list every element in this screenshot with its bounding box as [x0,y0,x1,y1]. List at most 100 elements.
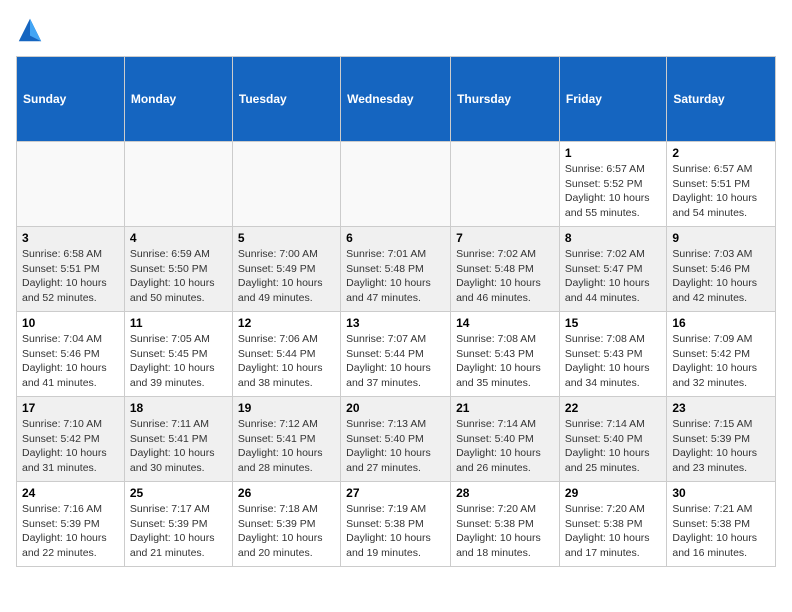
day-info: Sunrise: 6:57 AM Sunset: 5:51 PM Dayligh… [672,162,770,221]
day-number: 20 [346,401,445,415]
calendar-cell: 7Sunrise: 7:02 AM Sunset: 5:48 PM Daylig… [451,227,560,312]
day-number: 9 [672,231,770,245]
weekday-header-monday: Monday [124,57,232,142]
day-number: 21 [456,401,554,415]
day-number: 23 [672,401,770,415]
calendar-cell [17,142,125,227]
calendar-cell: 2 Sunrise: 6:57 AM Sunset: 5:51 PM Daylig… [667,142,776,227]
calendar-cell [341,142,451,227]
weekday-header-sunday: Sunday [17,57,125,142]
day-info: Sunrise: 7:08 AM Sunset: 5:43 PM Dayligh… [456,332,554,391]
calendar-cell: 15 Sunrise: 7:08 AM Sunset: 5:43 PM Dayli… [559,312,666,397]
day-number: 12 [238,316,335,330]
day-info: Sunrise: 7:17 AM Sunset: 5:39 PM Dayligh… [130,502,227,561]
calendar-cell: 27 Sunrise: 7:19 AM Sunset: 5:38 PM Dayli… [341,482,451,567]
day-info: Sunrise: 7:14 AM Sunset: 5:40 PM Dayligh… [456,417,554,476]
weekday-header-tuesday: Tuesday [232,57,340,142]
day-number: 29 [565,486,661,500]
calendar-cell: 12 Sunrise: 7:06 AM Sunset: 5:44 PM Dayli… [232,312,340,397]
calendar-cell: 30 Sunrise: 7:21 AM Sunset: 5:38 PM Dayli… [667,482,776,567]
calendar-cell: 28Sunrise: 7:20 AM Sunset: 5:38 PM Dayli… [451,482,560,567]
day-number: 22 [565,401,661,415]
logo [16,16,48,44]
calendar-cell: 9 Sunrise: 7:03 AM Sunset: 5:46 PM Daylig… [667,227,776,312]
day-number: 15 [565,316,661,330]
day-info: Sunrise: 7:10 AM Sunset: 5:42 PM Dayligh… [22,417,119,476]
day-number: 11 [130,316,227,330]
day-info: Sunrise: 7:18 AM Sunset: 5:39 PM Dayligh… [238,502,335,561]
page-header [16,16,776,44]
calendar-week-4: 17Sunrise: 7:10 AM Sunset: 5:42 PM Dayli… [17,397,776,482]
calendar-cell: 26 Sunrise: 7:18 AM Sunset: 5:39 PM Dayli… [232,482,340,567]
day-number: 7 [456,231,554,245]
day-number: 30 [672,486,770,500]
calendar-cell [451,142,560,227]
day-number: 16 [672,316,770,330]
calendar-cell: 8Sunrise: 7:02 AM Sunset: 5:47 PM Daylig… [559,227,666,312]
calendar-cell: 14Sunrise: 7:08 AM Sunset: 5:43 PM Dayli… [451,312,560,397]
day-info: Sunrise: 6:58 AM Sunset: 5:51 PM Dayligh… [22,247,119,306]
calendar-cell [232,142,340,227]
day-number: 8 [565,231,661,245]
calendar-header-row: SundayMondayTuesdayWednesdayThursdayFrid… [17,57,776,142]
day-info: Sunrise: 7:14 AM Sunset: 5:40 PM Dayligh… [565,417,661,476]
day-number: 6 [346,231,445,245]
calendar-cell: 1 Sunrise: 6:57 AM Sunset: 5:52 PM Daylig… [559,142,666,227]
day-info: Sunrise: 7:06 AM Sunset: 5:44 PM Dayligh… [238,332,335,391]
calendar-cell [124,142,232,227]
day-number: 3 [22,231,119,245]
calendar-body: 1 Sunrise: 6:57 AM Sunset: 5:52 PM Daylig… [17,142,776,567]
day-info: Sunrise: 7:07 AM Sunset: 5:44 PM Dayligh… [346,332,445,391]
day-info: Sunrise: 7:12 AM Sunset: 5:41 PM Dayligh… [238,417,335,476]
day-info: Sunrise: 7:16 AM Sunset: 5:39 PM Dayligh… [22,502,119,561]
weekday-header-thursday: Thursday [451,57,560,142]
day-info: Sunrise: 7:04 AM Sunset: 5:46 PM Dayligh… [22,332,119,391]
day-info: Sunrise: 7:20 AM Sunset: 5:38 PM Dayligh… [565,502,661,561]
weekday-header-wednesday: Wednesday [341,57,451,142]
calendar-cell: 21 Sunrise: 7:14 AM Sunset: 5:40 PM Dayli… [451,397,560,482]
calendar-cell: 25 Sunrise: 7:17 AM Sunset: 5:39 PM Dayli… [124,482,232,567]
calendar-cell: 29 Sunrise: 7:20 AM Sunset: 5:38 PM Dayli… [559,482,666,567]
day-info: Sunrise: 6:59 AM Sunset: 5:50 PM Dayligh… [130,247,227,306]
calendar-cell: 22 Sunrise: 7:14 AM Sunset: 5:40 PM Dayli… [559,397,666,482]
calendar-week-2: 3 Sunrise: 6:58 AM Sunset: 5:51 PM Daylig… [17,227,776,312]
day-number: 5 [238,231,335,245]
logo-icon [16,16,44,44]
calendar-cell: 20 Sunrise: 7:13 AM Sunset: 5:40 PM Dayli… [341,397,451,482]
calendar-table: SundayMondayTuesdayWednesdayThursdayFrid… [16,56,776,567]
day-info: Sunrise: 7:21 AM Sunset: 5:38 PM Dayligh… [672,502,770,561]
day-number: 4 [130,231,227,245]
calendar-cell: 13 Sunrise: 7:07 AM Sunset: 5:44 PM Dayli… [341,312,451,397]
day-info: Sunrise: 7:01 AM Sunset: 5:48 PM Dayligh… [346,247,445,306]
day-info: Sunrise: 7:05 AM Sunset: 5:45 PM Dayligh… [130,332,227,391]
day-info: Sunrise: 7:11 AM Sunset: 5:41 PM Dayligh… [130,417,227,476]
calendar-cell: 6 Sunrise: 7:01 AM Sunset: 5:48 PM Daylig… [341,227,451,312]
day-number: 27 [346,486,445,500]
calendar-cell: 19 Sunrise: 7:12 AM Sunset: 5:41 PM Dayli… [232,397,340,482]
day-number: 26 [238,486,335,500]
day-number: 19 [238,401,335,415]
calendar-cell: 17Sunrise: 7:10 AM Sunset: 5:42 PM Dayli… [17,397,125,482]
day-info: Sunrise: 6:57 AM Sunset: 5:52 PM Dayligh… [565,162,661,221]
day-number: 2 [672,146,770,160]
day-info: Sunrise: 7:15 AM Sunset: 5:39 PM Dayligh… [672,417,770,476]
day-info: Sunrise: 7:13 AM Sunset: 5:40 PM Dayligh… [346,417,445,476]
calendar-cell: 11 Sunrise: 7:05 AM Sunset: 5:45 PM Dayli… [124,312,232,397]
calendar-cell: 10 Sunrise: 7:04 AM Sunset: 5:46 PM Dayli… [17,312,125,397]
calendar-cell: 16Sunrise: 7:09 AM Sunset: 5:42 PM Dayli… [667,312,776,397]
day-number: 25 [130,486,227,500]
calendar-cell: 24 Sunrise: 7:16 AM Sunset: 5:39 PM Dayli… [17,482,125,567]
day-info: Sunrise: 7:03 AM Sunset: 5:46 PM Dayligh… [672,247,770,306]
day-info: Sunrise: 7:00 AM Sunset: 5:49 PM Dayligh… [238,247,335,306]
day-info: Sunrise: 7:19 AM Sunset: 5:38 PM Dayligh… [346,502,445,561]
calendar-week-3: 10 Sunrise: 7:04 AM Sunset: 5:46 PM Dayli… [17,312,776,397]
day-number: 24 [22,486,119,500]
day-number: 28 [456,486,554,500]
calendar-cell: 5 Sunrise: 7:00 AM Sunset: 5:49 PM Daylig… [232,227,340,312]
day-number: 1 [565,146,661,160]
day-info: Sunrise: 7:08 AM Sunset: 5:43 PM Dayligh… [565,332,661,391]
weekday-header-saturday: Saturday [667,57,776,142]
day-number: 10 [22,316,119,330]
day-number: 13 [346,316,445,330]
calendar-cell: 18Sunrise: 7:11 AM Sunset: 5:41 PM Dayli… [124,397,232,482]
